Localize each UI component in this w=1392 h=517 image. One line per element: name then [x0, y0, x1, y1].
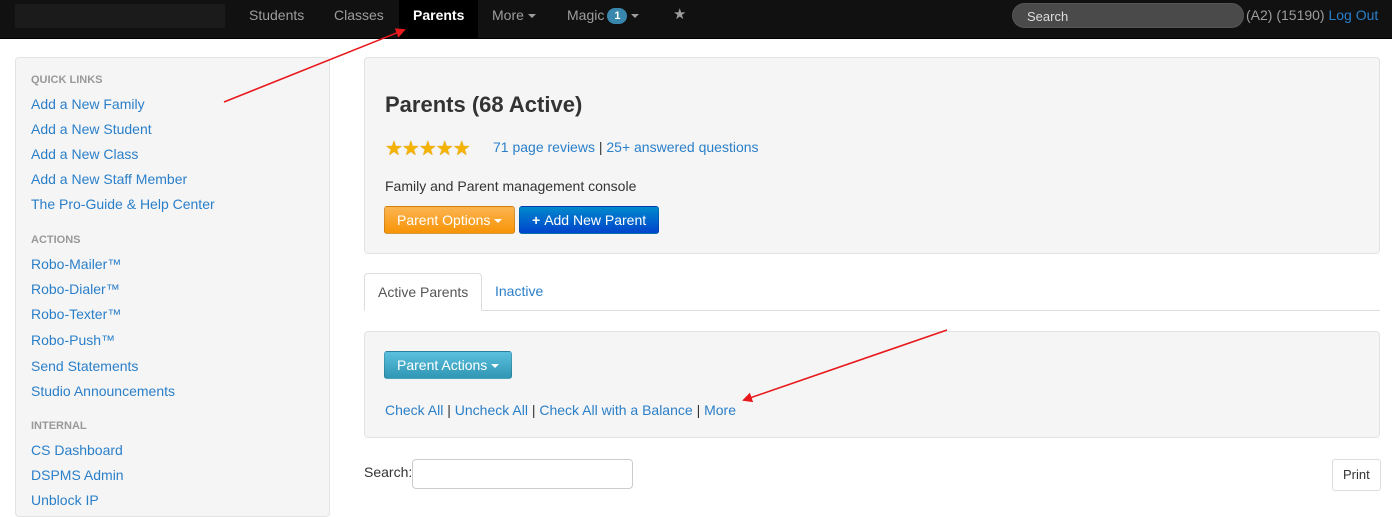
nav-parents-label: Parents: [413, 7, 465, 23]
parent-options-label: Parent Options: [397, 212, 491, 228]
user-info: (A2) (15190) Log Out: [1246, 0, 1378, 30]
table-search-input[interactable]: [412, 459, 633, 489]
sidebar-header-actions: ACTIONS: [31, 234, 81, 246]
nav-magic[interactable]: Magic 1: [567, 0, 640, 39]
parent-actions-panel: Parent Actions Check All | Uncheck All |…: [364, 331, 1380, 438]
plus-icon: +: [532, 212, 541, 228]
nav-magic-label: Magic: [567, 7, 605, 23]
sidebar-link-robo-texter[interactable]: Robo-Texter™: [31, 306, 121, 322]
page-title: Parents (68 Active): [385, 92, 583, 117]
user-id-text: (A2) (15190): [1246, 7, 1325, 23]
sidebar-link-add-student[interactable]: Add a New Student: [31, 121, 152, 137]
check-links: Check All | Uncheck All | Check All with…: [385, 402, 736, 418]
chevron-down-icon: [491, 364, 500, 369]
check-separator: |: [531, 402, 536, 418]
page-description: Family and Parent management console: [385, 178, 637, 194]
brand-logo[interactable]: [15, 4, 225, 28]
sidebar-link-pro-guide[interactable]: The Pro-Guide & Help Center: [31, 196, 215, 212]
sidebar-header-quick-links: QUICK LINKS: [31, 74, 103, 86]
answered-questions-link[interactable]: 25+ answered questions: [606, 139, 758, 155]
page-reviews-link[interactable]: 71 page reviews: [493, 139, 595, 155]
sidebar-link-robo-push[interactable]: Robo-Push™: [31, 332, 115, 348]
sidebar-link-add-family[interactable]: Add a New Family: [31, 96, 145, 112]
check-all-link[interactable]: Check All: [385, 402, 443, 418]
tab-inactive[interactable]: Inactive: [482, 273, 556, 311]
print-button[interactable]: Print: [1332, 459, 1381, 491]
add-new-parent-button[interactable]: + Add New Parent: [519, 206, 660, 234]
parent-options-button[interactable]: Parent Options: [384, 206, 516, 234]
add-new-parent-label: Add New Parent: [544, 212, 647, 228]
sidebar-link-dspms-admin[interactable]: DSPMS Admin: [31, 467, 124, 483]
parent-actions-label: Parent Actions: [397, 357, 488, 373]
magic-count-badge: 1: [607, 8, 628, 25]
tab-active-parents[interactable]: Active Parents: [364, 273, 483, 311]
favorites-star-icon[interactable]: ★: [673, 0, 686, 39]
parent-actions-button[interactable]: Parent Actions: [384, 351, 513, 379]
logout-link[interactable]: Log Out: [1328, 7, 1378, 23]
sidebar-link-robo-mailer[interactable]: Robo-Mailer™: [31, 256, 121, 272]
nav-search-input[interactable]: Search: [1012, 3, 1244, 28]
sidebar-link-robo-dialer[interactable]: Robo-Dialer™: [31, 281, 120, 297]
top-navbar: Students Classes Parents More Magic 1 ★ S…: [0, 0, 1392, 39]
chevron-down-icon: [494, 219, 503, 224]
rating-stars-icon[interactable]: ★★★★★: [385, 136, 471, 161]
chevron-down-icon: [527, 14, 536, 19]
sidebar-link-send-statements[interactable]: Send Statements: [31, 358, 138, 374]
sidebar-link-add-staff[interactable]: Add a New Staff Member: [31, 171, 187, 187]
reviews-line: 71 page reviews | 25+ answered questions: [493, 139, 759, 155]
nav-students[interactable]: Students: [249, 0, 304, 39]
check-separator: |: [447, 402, 451, 418]
more-link[interactable]: More: [704, 402, 736, 418]
nav-more-label: More: [492, 7, 524, 23]
nav-more[interactable]: More: [492, 0, 536, 39]
sidebar-link-studio-announcements[interactable]: Studio Announcements: [31, 383, 175, 399]
sidebar-header-internal: INTERNAL: [31, 420, 87, 432]
check-separator: |: [696, 402, 701, 418]
parent-status-tabs: Active Parents Inactive: [364, 273, 1380, 311]
parents-header-panel: Parents (68 Active) ★★★★★ 71 page review…: [364, 57, 1380, 254]
sidebar-link-cs-dashboard[interactable]: CS Dashboard: [31, 442, 123, 458]
chevron-down-icon: [631, 14, 640, 19]
sidebar-link-add-class[interactable]: Add a New Class: [31, 146, 138, 162]
check-all-balance-link[interactable]: Check All with a Balance: [539, 402, 692, 418]
uncheck-all-link[interactable]: Uncheck All: [455, 402, 528, 418]
nav-parents[interactable]: Parents: [399, 0, 479, 39]
nav-classes[interactable]: Classes: [334, 0, 384, 39]
reviews-separator: |: [598, 139, 603, 155]
sidebar: QUICK LINKS Add a New Family Add a New S…: [15, 57, 330, 517]
table-search-label: Search:: [364, 464, 413, 480]
